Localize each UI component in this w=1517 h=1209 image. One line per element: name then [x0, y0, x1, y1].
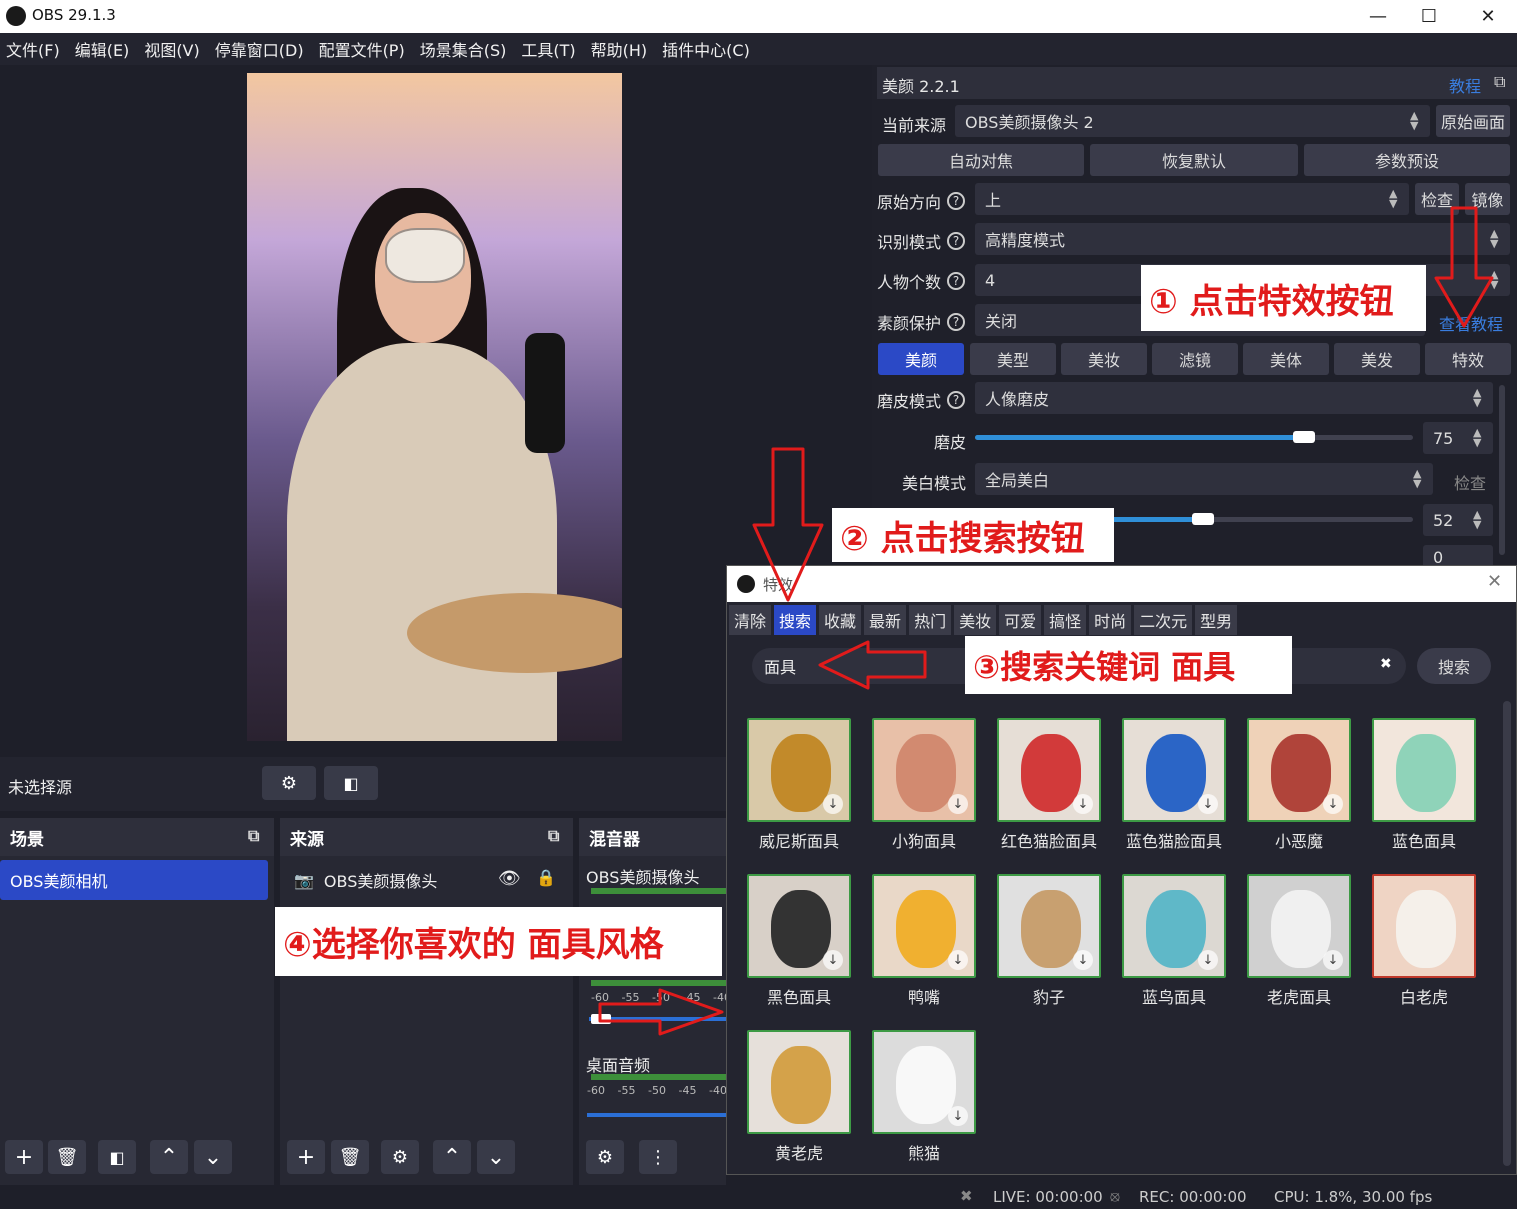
status-bar: ✖ LIVE: 00:00:00 ⦻ REC: 00:00:00 CPU: 1.… — [0, 1185, 1517, 1209]
rec-status: REC: 00:00:00 — [1139, 1188, 1247, 1206]
arrow-right-select — [598, 988, 724, 1036]
cpu-status: CPU: 1.8%, 30.00 fps — [1274, 1188, 1433, 1206]
arrow-left-keyword — [818, 640, 927, 690]
arrow-down-search — [752, 447, 824, 602]
live-status: LIVE: 00:00:00 — [993, 1188, 1103, 1206]
arrow-down-effects — [1434, 206, 1494, 328]
annotation-arrows — [598, 206, 1494, 1036]
rec-icon: ⦻ — [1110, 1187, 1120, 1205]
live-icon: ✖ — [960, 1187, 973, 1205]
